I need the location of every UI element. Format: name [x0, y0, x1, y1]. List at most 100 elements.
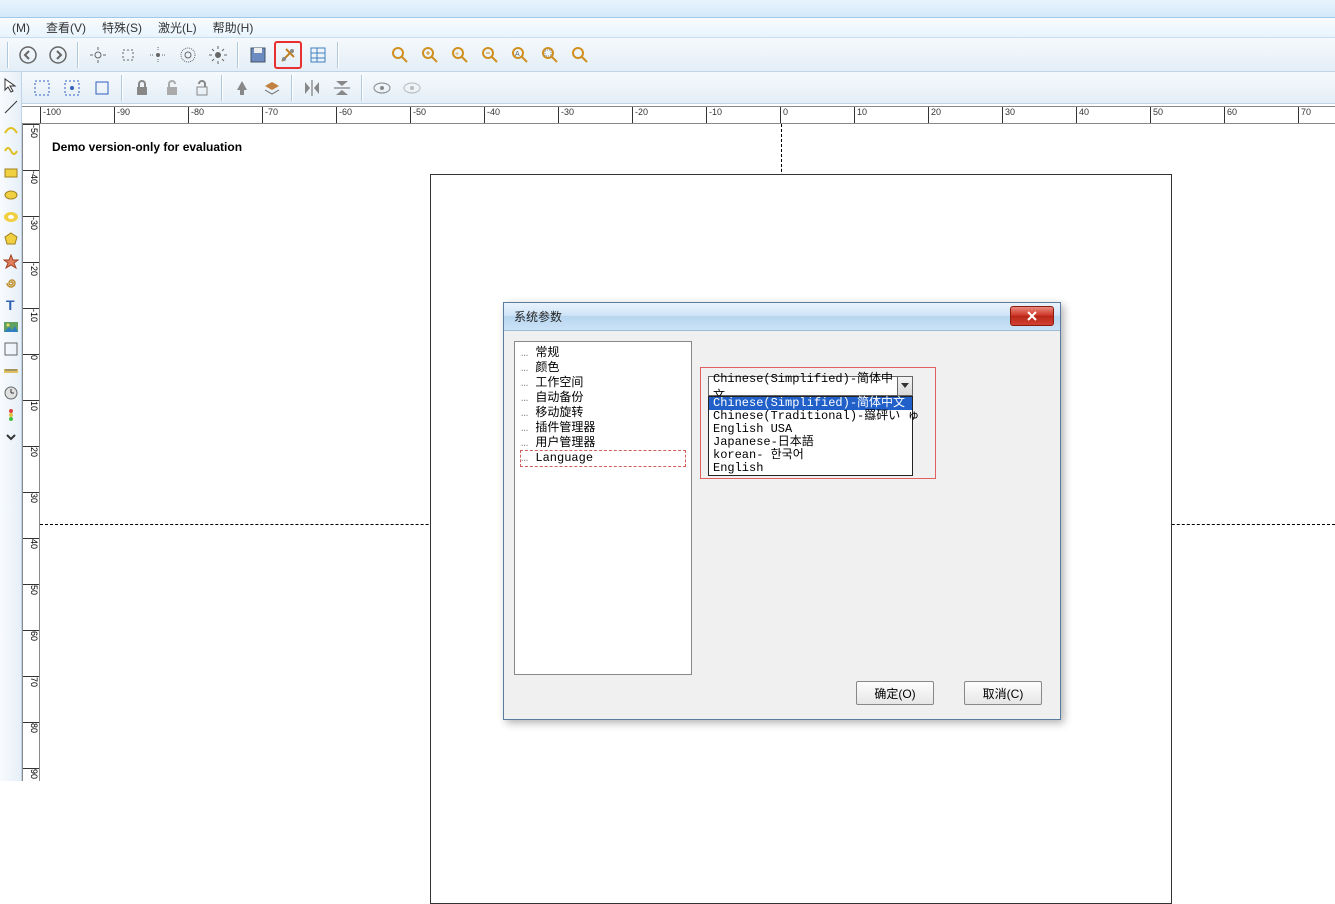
menu-view[interactable]: 查看(V): [38, 17, 94, 38]
ruler-tick-v: -10: [23, 308, 39, 322]
layer-button[interactable]: [258, 74, 286, 102]
ruler-tick: 70: [1298, 107, 1311, 123]
hide-button[interactable]: [398, 74, 426, 102]
select-box-button[interactable]: [88, 74, 116, 102]
tree-item[interactable]: … 常规: [521, 346, 685, 361]
ruler-tick-v: 60: [23, 630, 39, 641]
zoom-sel-button[interactable]: [566, 41, 594, 69]
light1-button[interactable]: [84, 41, 112, 69]
light5-button[interactable]: [204, 41, 232, 69]
arrow-up-button[interactable]: [228, 74, 256, 102]
tree-item[interactable]: … 工作空间: [521, 376, 685, 391]
light2-button[interactable]: [114, 41, 142, 69]
curve2-tool[interactable]: [2, 142, 20, 160]
ruler-tick-v: 80: [23, 722, 39, 733]
tree-item[interactable]: … Language: [520, 450, 686, 467]
back-button[interactable]: [14, 41, 42, 69]
lock-button[interactable]: [128, 74, 156, 102]
mirror-v-button[interactable]: [328, 74, 356, 102]
left-toolbar: T: [0, 72, 22, 781]
ruler-tick-v: 0: [23, 354, 39, 360]
polygon-tool[interactable]: [2, 230, 20, 248]
pointer-tool[interactable]: [2, 76, 20, 94]
table-button[interactable]: [304, 41, 332, 69]
language-listbox[interactable]: Chinese(Simplified)-简体中文Chinese(Traditio…: [708, 396, 913, 476]
zoom-fit-button[interactable]: [386, 41, 414, 69]
menu-bar: (M) 查看(V) 特殊(S) 激光(L) 帮助(H): [0, 18, 1335, 38]
clock-tool[interactable]: [2, 384, 20, 402]
zoom-actual-button[interactable]: A: [506, 41, 534, 69]
save-button[interactable]: [244, 41, 272, 69]
select-rect-button[interactable]: [28, 74, 56, 102]
tree-item[interactable]: … 移动旋转: [521, 406, 685, 421]
tree-item[interactable]: … 自动备份: [521, 391, 685, 406]
polyline-tool[interactable]: [2, 208, 20, 226]
dialog-title: 系统参数: [514, 308, 562, 325]
toolbar-main: + A: [0, 38, 1335, 72]
light4-button[interactable]: [174, 41, 202, 69]
ruler-tick: 60: [1224, 107, 1237, 123]
ruler-tick: -70: [262, 107, 278, 123]
curve-tool[interactable]: [2, 120, 20, 138]
line-tool[interactable]: [2, 98, 20, 116]
ruler-tick-v: -40: [23, 170, 39, 184]
show-button[interactable]: [368, 74, 396, 102]
ruler-tick-v: 20: [23, 446, 39, 457]
menu-m[interactable]: (M): [4, 19, 38, 37]
ruler-tick-v: 30: [23, 492, 39, 503]
unlock-button[interactable]: [158, 74, 186, 102]
spiral-tool[interactable]: [2, 274, 20, 292]
dialog-titlebar[interactable]: 系统参数: [504, 303, 1060, 331]
ruler-horizontal: -100-90-80-70-60-50-40-30-20-10010203040…: [22, 106, 1335, 124]
ruler-tick-v: -50: [23, 124, 39, 138]
ruler-tick: -30: [558, 107, 574, 123]
ok-button[interactable]: 确定(O): [856, 681, 934, 705]
cancel-button[interactable]: 取消(C): [964, 681, 1042, 705]
ruler-tick-v: 50: [23, 584, 39, 595]
watermark-text: Demo version-only for evaluation: [52, 140, 242, 154]
rect-tool[interactable]: [2, 164, 20, 182]
ruler-tool[interactable]: [2, 362, 20, 380]
ruler-tick: -50: [410, 107, 426, 123]
ruler-tick-v: -20: [23, 262, 39, 276]
light3-button[interactable]: [144, 41, 172, 69]
ruler-tick: -20: [632, 107, 648, 123]
ellipse-tool[interactable]: [2, 186, 20, 204]
settings-tree[interactable]: … 常规… 颜色… 工作空间… 自动备份… 移动旋转… 插件管理器… 用户管理器…: [514, 341, 692, 675]
traffic-tool[interactable]: [2, 406, 20, 424]
chevron-down-icon[interactable]: [897, 377, 912, 395]
svg-text:T: T: [6, 297, 15, 313]
language-option[interactable]: English: [709, 462, 912, 475]
settings-button[interactable]: [274, 41, 302, 69]
image-tool[interactable]: [2, 318, 20, 336]
tree-item[interactable]: … 插件管理器: [521, 421, 685, 436]
hatch-tool[interactable]: [2, 340, 20, 358]
tree-item[interactable]: … 颜色: [521, 361, 685, 376]
zoom-in2-button[interactable]: +: [446, 41, 474, 69]
menu-laser[interactable]: 激光(L): [150, 17, 205, 38]
dialog-close-button[interactable]: [1010, 306, 1054, 326]
ruler-tick: 0: [780, 107, 788, 123]
text-tool[interactable]: T: [2, 296, 20, 314]
zoom-out-button[interactable]: [476, 41, 504, 69]
language-combo[interactable]: Chinese(Simplified)-简体中文: [708, 376, 913, 396]
tree-item[interactable]: … 用户管理器: [521, 436, 685, 451]
toolbar-2: [0, 72, 1335, 104]
ruler-tick: -90: [114, 107, 130, 123]
ruler-tick: 50: [1150, 107, 1163, 123]
settings-dialog: 系统参数 … 常规… 颜色… 工作空间… 自动备份… 移动旋转… 插件管理器… …: [503, 302, 1061, 720]
zoom-in-button[interactable]: [416, 41, 444, 69]
forward-button[interactable]: [44, 41, 72, 69]
more-tool[interactable]: [2, 428, 20, 446]
mirror-h-button[interactable]: [298, 74, 326, 102]
select-rect2-button[interactable]: [58, 74, 86, 102]
menu-help[interactable]: 帮助(H): [205, 17, 262, 38]
zoom-all-button[interactable]: [536, 41, 564, 69]
ruler-tick: 30: [1002, 107, 1015, 123]
menu-special[interactable]: 特殊(S): [94, 17, 150, 38]
ruler-tick-v: 70: [23, 676, 39, 687]
arc-tool[interactable]: [2, 252, 20, 270]
lock-open-button[interactable]: [188, 74, 216, 102]
ruler-tick-v: -30: [23, 216, 39, 230]
ruler-tick: 10: [854, 107, 867, 123]
